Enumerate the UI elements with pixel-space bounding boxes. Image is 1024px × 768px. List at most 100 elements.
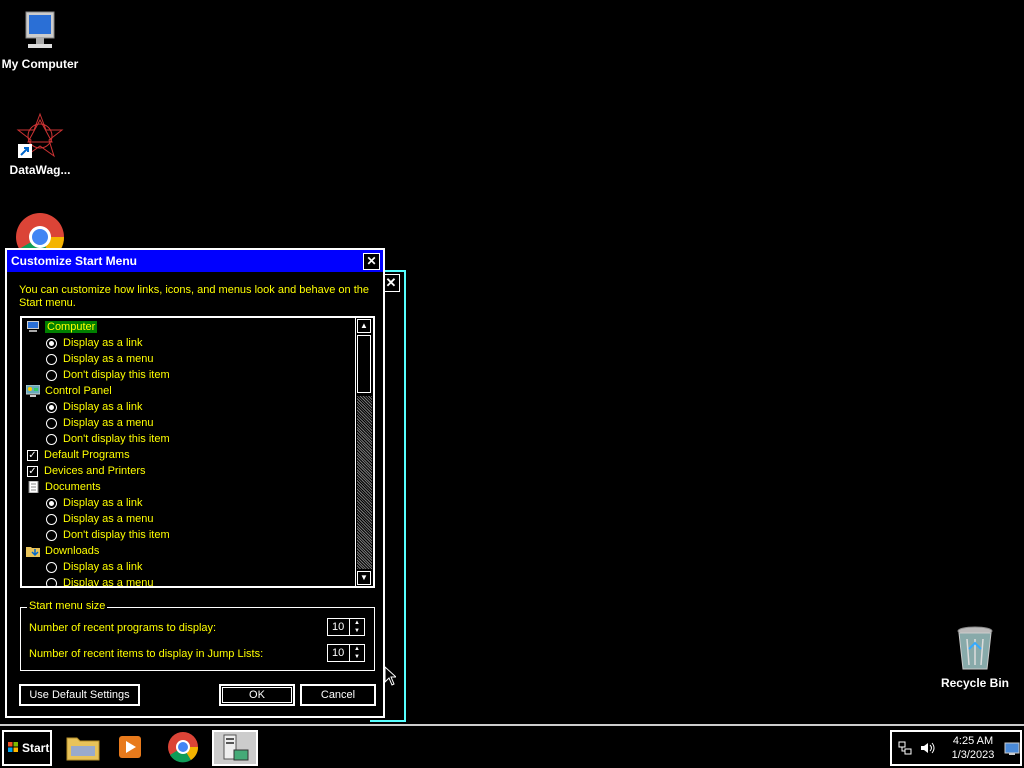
list-item-label: Don't display this item xyxy=(63,529,170,541)
list-item-label: Computer xyxy=(45,321,98,333)
radio-unchecked-icon[interactable] xyxy=(46,577,57,586)
start-menu-size-group: Start menu size Number of recent program… xyxy=(20,600,375,671)
list-item-label: Display as a menu xyxy=(63,513,154,525)
radio-unchecked-icon[interactable] xyxy=(46,417,57,429)
list-radio-option[interactable]: Don't display this item xyxy=(46,527,170,543)
system-tray: 4:25 AM 1/3/2023 xyxy=(890,730,1022,766)
list-item-label: Don't display this item xyxy=(63,369,170,381)
list-item-label: Display as a link xyxy=(63,401,143,413)
customize-start-menu-dialog: Customize Start Menu ✕ You can customize… xyxy=(5,248,385,718)
folder-icon xyxy=(66,737,100,761)
taskbar-media-player[interactable] xyxy=(110,730,154,766)
ok-button[interactable]: OK xyxy=(219,684,295,706)
radio-unchecked-icon[interactable] xyxy=(46,433,57,445)
scroll-down-button[interactable]: ▼ xyxy=(357,571,371,585)
list-radio-option[interactable]: Don't display this item xyxy=(46,431,170,447)
jump-list-value: 10 xyxy=(332,647,345,659)
taskbar: Start 4:25 AM 1/3/2023 xyxy=(0,724,1024,768)
scroll-up-button[interactable]: ▲ xyxy=(357,319,371,333)
computer-icon xyxy=(25,11,55,48)
close-button[interactable]: ✕ xyxy=(363,253,380,270)
list-category-10[interactable]: Documents xyxy=(26,479,101,495)
list-radio-option[interactable]: Display as a link xyxy=(46,399,142,415)
checkbox-checked-icon[interactable]: ✓ xyxy=(27,449,38,461)
list-item-label: Display as a menu xyxy=(63,577,154,588)
documents-icon xyxy=(26,480,40,494)
jump-list-label: Number of recent items to display in Jum… xyxy=(29,648,264,660)
recycle-bin-desktop-icon[interactable]: Recycle Bin xyxy=(935,625,1015,690)
close-icon: ✕ xyxy=(366,254,377,268)
list-radio-option[interactable]: Don't display this item xyxy=(46,367,170,383)
desktop-icon-label: Recycle Bin xyxy=(940,676,1010,690)
recycle-bin-icon xyxy=(957,626,993,670)
list-item-label: Downloads xyxy=(45,545,100,557)
media-player-icon xyxy=(119,736,141,758)
cancel-button[interactable]: Cancel xyxy=(300,684,376,706)
chrome-icon xyxy=(168,732,199,763)
system-properties-icon xyxy=(223,734,249,761)
spin-down-icon[interactable]: ▼ xyxy=(349,627,364,635)
radio-unchecked-icon[interactable] xyxy=(46,561,57,573)
taskbar-explorer[interactable] xyxy=(63,730,107,766)
network-icon[interactable] xyxy=(898,741,912,755)
radio-unchecked-icon[interactable] xyxy=(46,353,57,365)
list-item-label: Display as a menu xyxy=(63,417,154,429)
control-panel-icon xyxy=(25,384,41,398)
spin-down-icon[interactable]: ▼ xyxy=(349,653,364,661)
taskbar-control-panel[interactable] xyxy=(212,730,258,766)
list-category-4[interactable]: Control Panel xyxy=(25,383,112,399)
list-item-label: Don't display this item xyxy=(63,433,170,445)
list-item-label: Control Panel xyxy=(45,385,112,397)
list-radio-option[interactable]: Display as a menu xyxy=(46,511,154,527)
list-radio-option[interactable]: Display as a link xyxy=(46,335,142,351)
recent-programs-stepper[interactable]: 10 ▲ ▼ xyxy=(327,618,365,636)
radio-unchecked-icon[interactable] xyxy=(46,513,57,525)
scroll-thumb[interactable] xyxy=(357,335,371,393)
list-item-label: Display as a menu xyxy=(63,353,154,365)
radio-unchecked-icon[interactable] xyxy=(46,529,57,541)
desktop-icon-label: DataWag... xyxy=(9,163,71,177)
list-radio-option[interactable]: Display as a menu xyxy=(46,351,154,367)
my-computer-desktop-icon[interactable]: My Computer xyxy=(0,10,80,71)
scroll-track[interactable] xyxy=(357,396,372,569)
list-checkbox-option[interactable]: ✓ Devices and Printers xyxy=(27,463,146,479)
show-desktop-icon[interactable] xyxy=(1004,742,1020,756)
group-legend: Start menu size xyxy=(27,600,108,612)
list-radio-option[interactable]: Display as a link xyxy=(46,559,142,575)
list-item-label: Documents xyxy=(45,481,101,493)
radio-unchecked-icon[interactable] xyxy=(46,369,57,381)
datawag-desktop-icon[interactable]: DataWag... xyxy=(0,112,80,177)
start-menu-options-list[interactable]: Computer Display as a link Display as a me… xyxy=(20,316,375,588)
jump-list-stepper[interactable]: 10 ▲ ▼ xyxy=(327,644,365,662)
recent-programs-value: 10 xyxy=(332,621,345,633)
spin-up-icon[interactable]: ▲ xyxy=(349,619,364,627)
start-button[interactable]: Start xyxy=(2,730,52,766)
list-item-label: Display as a link xyxy=(63,497,143,509)
recent-programs-label: Number of recent programs to display: xyxy=(29,622,217,634)
windows-flag-icon xyxy=(8,742,18,752)
list-radio-option[interactable]: Display as a menu xyxy=(46,415,154,431)
radio-checked-icon[interactable] xyxy=(46,337,57,349)
use-default-settings-button[interactable]: Use Default Settings xyxy=(19,684,140,706)
datawag-shortcut-icon xyxy=(16,112,64,158)
radio-checked-icon[interactable] xyxy=(46,497,57,509)
taskbar-chrome[interactable] xyxy=(163,730,207,766)
list-category-0[interactable]: Computer xyxy=(26,319,98,335)
mouse-cursor-icon xyxy=(384,666,396,686)
list-category-14[interactable]: Downloads xyxy=(26,543,99,559)
list-checkbox-option[interactable]: ✓ Default Programs xyxy=(27,447,130,463)
downloads-icon xyxy=(26,545,40,558)
dialog-title-bar[interactable]: Customize Start Menu ✕ xyxy=(7,250,383,272)
list-item-label: Devices and Printers xyxy=(44,465,146,477)
list-radio-option[interactable]: Display as a menu xyxy=(46,575,154,588)
list-scrollbar[interactable]: ▲ ▼ xyxy=(355,318,373,586)
list-item-label: Default Programs xyxy=(44,449,130,461)
volume-icon[interactable] xyxy=(920,741,936,755)
checkbox-checked-icon[interactable]: ✓ xyxy=(27,465,38,477)
list-radio-option[interactable]: Display as a link xyxy=(46,495,142,511)
radio-checked-icon[interactable] xyxy=(46,401,57,413)
dialog-title: Customize Start Menu xyxy=(11,254,138,268)
computer-icon xyxy=(26,321,40,333)
spin-up-icon[interactable]: ▲ xyxy=(349,645,364,653)
clock[interactable]: 4:25 AM 1/3/2023 xyxy=(937,734,1009,762)
